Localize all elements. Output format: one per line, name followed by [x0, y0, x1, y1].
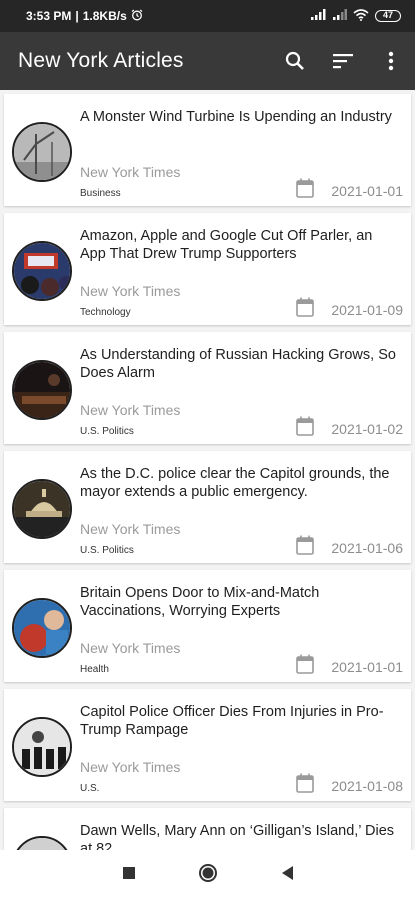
more-vert-icon [388, 51, 394, 71]
circle-icon [198, 863, 217, 882]
calendar-icon [296, 297, 314, 317]
more-options-button[interactable] [367, 37, 415, 85]
article-thumbnail [12, 598, 72, 658]
square-icon [122, 866, 135, 879]
app-bar: New York Articles [0, 32, 415, 90]
article-title: Capitol Police Officer Dies From Injurie… [80, 704, 384, 738]
article-title: Britain Opens Door to Mix-and-Match Vacc… [80, 585, 320, 619]
calendar-icon [296, 416, 314, 436]
article-title: A Monster Wind Turbine Is Upending an In… [80, 109, 392, 125]
article-card[interactable]: As the D.C. police clear the Capitol gro… [4, 451, 411, 563]
triangle-icon [281, 865, 293, 880]
status-network-speed: 1.8KB/s [82, 9, 127, 23]
article-title: As Understanding of Russian Hacking Grow… [80, 347, 396, 381]
article-thumbnail [12, 122, 72, 182]
article-card[interactable]: A Monster Wind Turbine Is Upending an In… [4, 94, 411, 206]
article-date: 2021-01-01 [331, 659, 403, 675]
back-button[interactable] [280, 865, 294, 886]
article-source: New York Times [80, 640, 181, 656]
recents-button[interactable] [122, 866, 136, 885]
article-card[interactable]: Dawn Wells, Mary Ann on ‘Gilligan’s Isla… [4, 808, 411, 850]
article-date: 2021-01-06 [331, 540, 403, 556]
search-icon [285, 51, 304, 70]
article-title: As the D.C. police clear the Capitol gro… [80, 466, 390, 500]
calendar-icon [296, 654, 314, 674]
article-category: U.S. [80, 783, 100, 794]
article-category: Health [80, 664, 109, 675]
article-source: New York Times [80, 283, 181, 299]
signal-icon [311, 9, 327, 23]
status-left: 3:53 PM | 1.8KB/s [26, 9, 143, 24]
wifi-icon [353, 8, 369, 24]
system-nav-bar [0, 850, 415, 900]
article-card[interactable]: Britain Opens Door to Mix-and-Match Vacc… [4, 570, 411, 682]
article-thumbnail [12, 717, 72, 777]
status-time: 3:53 PM [26, 9, 72, 23]
article-source: New York Times [80, 164, 181, 180]
article-card[interactable]: Amazon, Apple and Google Cut Off Parler,… [4, 213, 411, 325]
article-thumbnail [12, 360, 72, 420]
sort-button[interactable] [319, 37, 367, 85]
article-source: New York Times [80, 521, 181, 537]
signal-icon-2 [333, 9, 347, 23]
article-thumbnail [12, 479, 72, 539]
article-category: Technology [80, 307, 131, 318]
search-button[interactable] [271, 37, 319, 85]
status-bar: 3:53 PM | 1.8KB/s 47 [0, 0, 415, 32]
article-card[interactable]: As Understanding of Russian Hacking Grow… [4, 332, 411, 444]
article-category: Business [80, 188, 121, 199]
calendar-icon [296, 773, 314, 793]
article-date: 2021-01-02 [331, 421, 403, 437]
article-source: New York Times [80, 759, 181, 775]
app-bar-actions [271, 37, 415, 85]
article-date: 2021-01-01 [331, 183, 403, 199]
home-button[interactable] [198, 863, 218, 888]
article-list[interactable]: A Monster Wind Turbine Is Upending an In… [0, 90, 415, 850]
article-title: Amazon, Apple and Google Cut Off Parler,… [80, 228, 373, 262]
battery-indicator: 47 [375, 10, 401, 22]
page-title: New York Articles [18, 49, 184, 72]
calendar-icon [296, 178, 314, 198]
status-right: 47 [311, 8, 401, 24]
article-category: U.S. Politics [80, 426, 134, 437]
article-date: 2021-01-08 [331, 778, 403, 794]
article-category: U.S. Politics [80, 545, 134, 556]
alarm-clock-icon [131, 9, 143, 24]
calendar-icon [296, 535, 314, 555]
article-date: 2021-01-09 [331, 302, 403, 318]
article-thumbnail [12, 836, 72, 850]
article-source: New York Times [80, 402, 181, 418]
sort-icon [333, 54, 353, 69]
article-thumbnail [12, 241, 72, 301]
article-card[interactable]: Capitol Police Officer Dies From Injurie… [4, 689, 411, 801]
article-title: Dawn Wells, Mary Ann on ‘Gilligan’s Isla… [80, 823, 395, 850]
